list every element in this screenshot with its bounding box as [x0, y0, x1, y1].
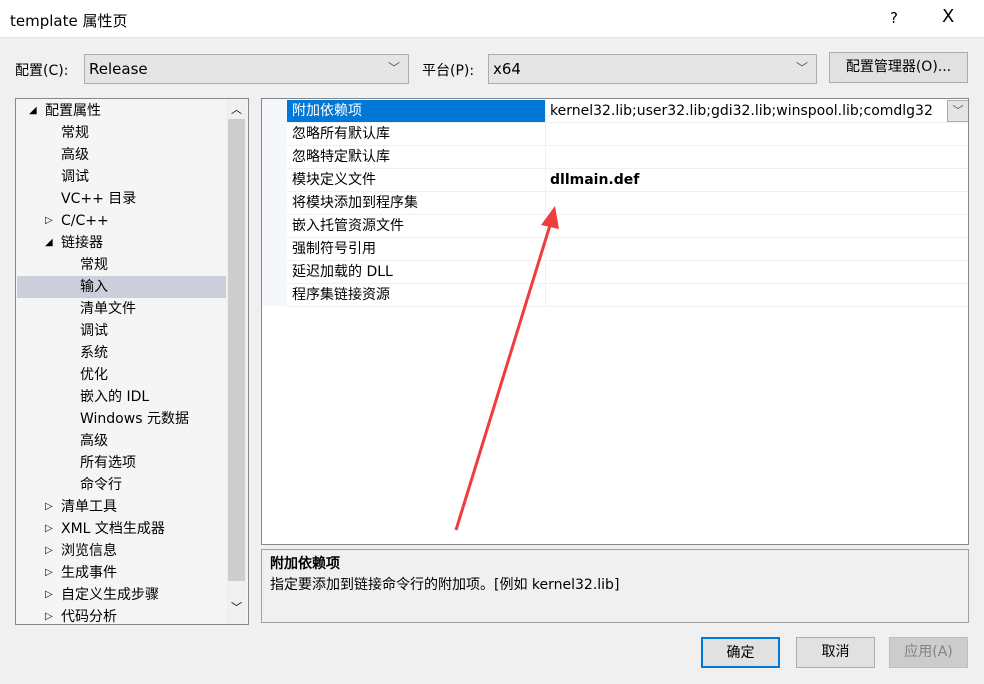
arrow-shaft	[454, 221, 553, 531]
arrow-head	[541, 206, 559, 229]
annotation-arrow	[454, 206, 559, 531]
